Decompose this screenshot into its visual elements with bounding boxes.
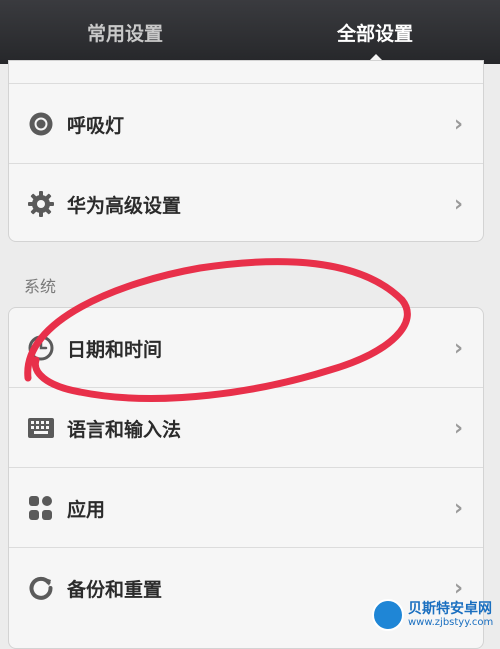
settings-item-date-time[interactable]: 日期和时间 › [9,308,483,388]
chevron-right-icon: › [454,415,464,441]
chevron-right-icon: › [454,111,464,137]
chevron-right-icon: › [454,495,464,521]
keyboard-icon [27,414,55,442]
chevron-right-icon: › [454,191,464,217]
settings-item-huawei-advanced[interactable]: 华为高级设置 › [9,164,483,241]
clock-icon [27,334,55,362]
settings-item-label: 备份和重置 [67,578,163,601]
settings-item-apps[interactable]: 应用 › [9,468,483,548]
watermark-text: 贝斯特安卓网 www.zjbstyy.com [408,601,493,629]
settings-tab-bar: 常用设置 全部设置 [0,0,500,64]
watermark-title: 贝斯特安卓网 [408,601,492,617]
gear-icon [27,190,55,218]
apps-icon [27,494,55,522]
watermark-logo-icon [372,599,404,631]
section-title-system: 系统 [24,277,57,296]
watermark-url: www.zjbstyy.com [408,617,494,628]
tab-common-settings[interactable]: 常用设置 [0,0,250,64]
settings-item-label: 呼吸灯 [67,114,125,137]
settings-item-label: 日期和时间 [67,338,163,361]
settings-item-label: 语言和输入法 [67,418,182,441]
settings-item-label: 应用 [67,498,106,521]
settings-item-breathing-light[interactable]: 呼吸灯 › [9,84,483,164]
backup-icon [27,574,55,602]
watermark: 贝斯特安卓网 www.zjbstyy.com [372,595,500,635]
settings-item-language-input[interactable]: 语言和输入法 › [9,388,483,468]
breathing-light-icon [27,110,55,138]
chevron-right-icon: › [454,335,464,361]
settings-group-top: 呼吸灯 › 华为高级设置 › [8,60,484,242]
settings-item-label: 华为高级设置 [67,194,182,217]
